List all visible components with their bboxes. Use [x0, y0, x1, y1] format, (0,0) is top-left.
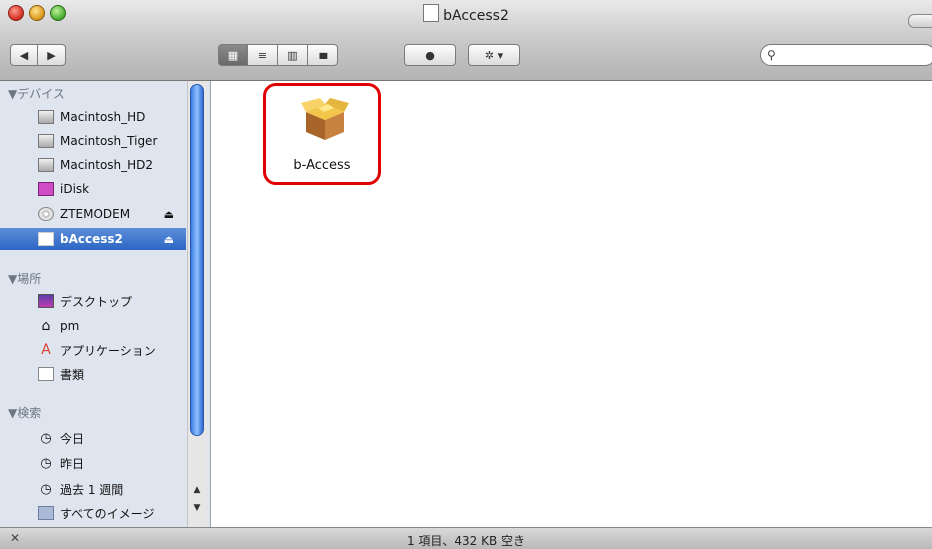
sidebar-item-label: Macintosh_HD2 [60, 158, 154, 172]
forward-button[interactable]: ▶ [38, 44, 66, 66]
scroll-up-arrow[interactable]: ▲ [190, 483, 204, 497]
clock-icon: ◷ [40, 455, 52, 471]
sidebar-item-label: 昨日 [60, 456, 85, 471]
clock-icon: ◷ [40, 481, 52, 497]
file-area: b-Access [211, 81, 932, 527]
documents-icon [38, 367, 54, 381]
sidebar-item-label: Macintosh_HD [60, 110, 146, 124]
eye-icon: ● [425, 48, 435, 62]
applications-icon: A [41, 342, 51, 358]
home-icon: ⌂ [41, 318, 51, 334]
toolbar-toggle-button[interactable] [908, 14, 932, 28]
hd-icon [38, 110, 54, 124]
list-view-icon: ≡ [257, 48, 268, 62]
smart-folder-icon [38, 506, 54, 520]
sidebar-item-label: pm [60, 319, 80, 333]
sidebar-item-applications[interactable]: A アプリケーション [0, 339, 186, 361]
disk-icon [38, 232, 54, 246]
sidebar-item-macintosh-tiger[interactable]: Macintosh_Tiger [0, 130, 186, 152]
window-title-text: bAccess2 [443, 8, 509, 24]
sidebar: ▼デバイス Macintosh_HD Macintosh_Tiger Macin… [0, 81, 211, 527]
file-item-b-access[interactable]: b-Access [263, 83, 381, 185]
sidebar-item-label: 今日 [60, 431, 85, 446]
status-text: 1 項目、432 KB 空き [406, 534, 526, 548]
sidebar-item-documents[interactable]: 書類 [0, 363, 186, 385]
action-menu-button[interactable]: ✲ ▾ [468, 44, 520, 66]
sidebar-item-all-images[interactable]: すべてのイメージ [0, 502, 186, 524]
toolbar: bAccess2 ◀ ▶ ▦ ≡ ▥ ▮▮▮ ● ✲ ▾ ⚲ [0, 0, 932, 81]
forward-icon: ▶ [47, 48, 56, 62]
sidebar-item-label: iDisk [60, 182, 90, 196]
sidebar-item-macintosh-hd2[interactable]: Macintosh_HD2 [0, 154, 186, 176]
scroll-down-arrow[interactable]: ▼ [190, 501, 204, 515]
icon-view-icon: ▦ [227, 48, 239, 62]
search-icon: ⚲ [767, 48, 776, 62]
sidebar-item-label: Macintosh_Tiger [60, 134, 158, 148]
eject-icon[interactable]: ⏏ [164, 233, 174, 246]
scrollbar-thumb[interactable] [190, 84, 204, 436]
nav-buttons: ◀ ▶ [10, 44, 66, 66]
gear-icon: ✲ ▾ [484, 48, 504, 62]
sidebar-item-baccess2[interactable]: bAccess2 ⏏ [0, 228, 186, 250]
quicklook-button[interactable]: ● [404, 44, 456, 66]
sidebar-item-past-week[interactable]: ◷ 過去 1 週間 [0, 478, 186, 500]
sidebar-item-ztemodem[interactable]: ZTEMODEM ⏏ [0, 203, 186, 225]
sidebar-item-macintosh-hd[interactable]: Macintosh_HD [0, 106, 186, 128]
column-view-button[interactable]: ▥ [278, 44, 308, 66]
sidebar-item-home[interactable]: ⌂ pm [0, 315, 186, 337]
sidebar-item-label: アプリケーション [60, 343, 156, 358]
back-icon: ◀ [19, 48, 29, 62]
sidebar-item-yesterday[interactable]: ◷ 昨日 [0, 452, 186, 474]
column-view-icon: ▥ [287, 48, 298, 62]
status-bar: ✕ 1 項目、432 KB 空き [0, 527, 932, 549]
list-view-button[interactable]: ≡ [248, 44, 278, 66]
sidebar-item-label: すべてのイメージ [60, 506, 155, 521]
icon-view-button[interactable]: ▦ [218, 44, 248, 66]
sidebar-item-label: デスクトップ [60, 294, 133, 309]
search-field[interactable]: ⚲ [760, 44, 932, 66]
eject-icon[interactable]: ⏏ [164, 208, 174, 221]
volume-icon [423, 4, 440, 22]
sidebar-header-search: ▼検索 [8, 406, 42, 420]
back-button[interactable]: ◀ [10, 44, 38, 66]
sidebar-item-idisk[interactable]: iDisk [0, 178, 186, 200]
clock-icon: ◷ [40, 430, 52, 446]
sidebar-item-label: 過去 1 週間 [60, 482, 124, 497]
sidebar-item-label: 書類 [60, 367, 85, 382]
finder-window: bAccess2 ◀ ▶ ▦ ≡ ▥ ▮▮▮ ● ✲ ▾ ⚲ ▼デバイス Mac… [0, 0, 932, 549]
sidebar-header-devices: ▼デバイス [8, 87, 65, 101]
idisk-icon [38, 182, 54, 196]
hd-icon [38, 134, 54, 148]
package-icon [301, 98, 349, 140]
sidebar-item-desktop[interactable]: デスクトップ [0, 290, 186, 312]
coverflow-view-button[interactable]: ▮▮▮ [308, 44, 338, 66]
coverflow-icon: ▮▮▮ [318, 50, 328, 60]
cd-icon [38, 207, 54, 221]
sidebar-header-places: ▼場所 [8, 272, 42, 286]
hd-icon [38, 158, 54, 172]
sidebar-item-label: ZTEMODEM [60, 207, 131, 221]
view-switcher: ▦ ≡ ▥ ▮▮▮ [218, 44, 338, 66]
sidebar-item-today[interactable]: ◷ 今日 [0, 427, 186, 449]
sidebar-item-label: bAccess2 [60, 232, 123, 246]
sidebar-scrollbar[interactable]: ▲ ▼ [187, 81, 207, 527]
desktop-icon [38, 294, 54, 308]
window-title: bAccess2 [0, 4, 932, 24]
file-label: b-Access [293, 158, 351, 173]
